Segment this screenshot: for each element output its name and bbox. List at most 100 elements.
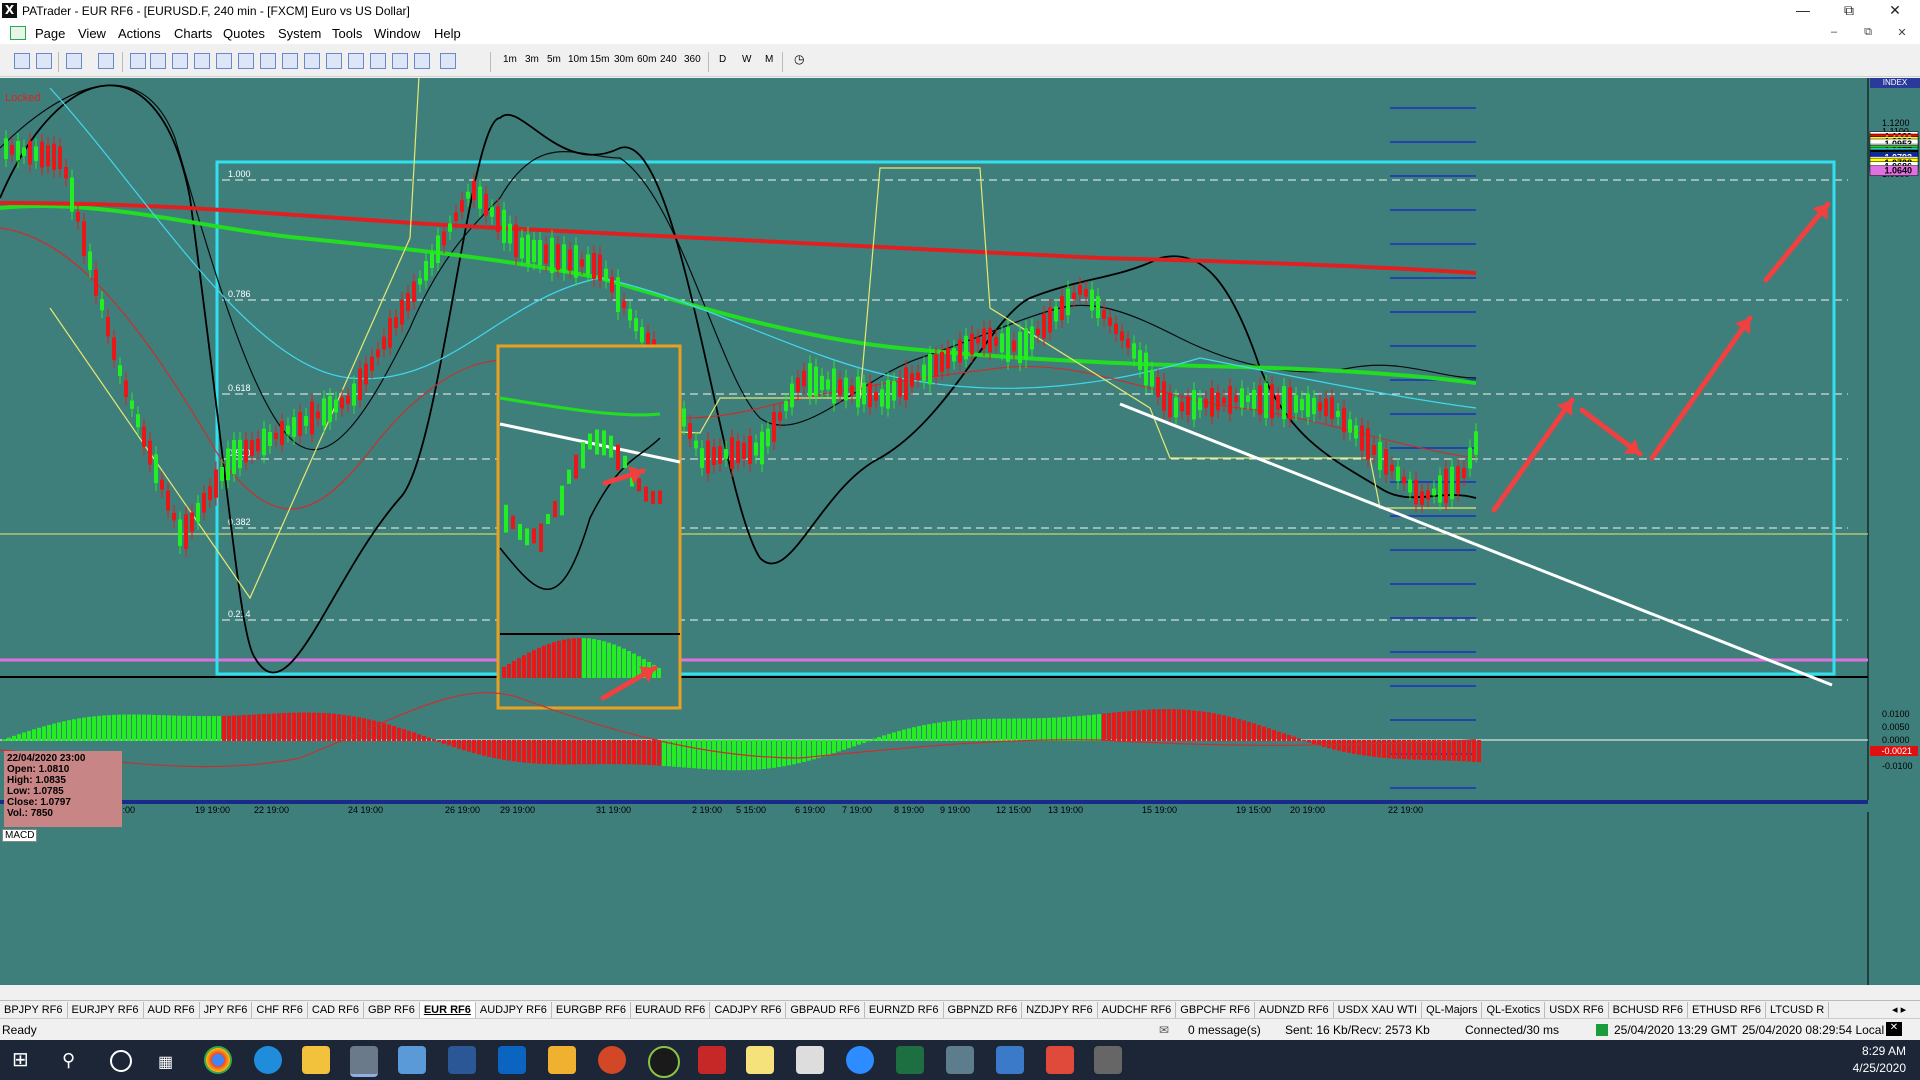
chart-canvas[interactable]: 1.0000.7860.6180.5000.3820.2141.12001.11… bbox=[0, 78, 1920, 985]
rectangle-icon[interactable] bbox=[348, 53, 364, 69]
text-icon[interactable] bbox=[370, 53, 386, 69]
mdi-close-icon[interactable]: ✕ bbox=[1892, 26, 1912, 39]
search-icon[interactable]: ⚲ bbox=[62, 1050, 75, 1071]
excel-icon[interactable] bbox=[896, 1046, 924, 1074]
menu-quotes[interactable]: Quotes bbox=[223, 26, 265, 41]
price-chart[interactable]: 1.0000.7860.6180.5000.3820.2141.12001.11… bbox=[0, 78, 1920, 985]
sticky-notes-icon[interactable] bbox=[746, 1046, 774, 1074]
drawing-tools-icon[interactable] bbox=[440, 53, 456, 69]
app-icon[interactable]: X bbox=[2, 3, 17, 18]
symbol-tab[interactable]: GBP RF6 bbox=[364, 1002, 420, 1018]
symbol-tab[interactable]: CADJPY RF6 bbox=[710, 1002, 787, 1018]
close-icon[interactable]: ✕ bbox=[1872, 0, 1918, 22]
andrews-pitchfork-icon[interactable] bbox=[392, 53, 408, 69]
gann-fan-icon[interactable] bbox=[304, 53, 320, 69]
clock-icon[interactable]: ◷ bbox=[794, 52, 804, 66]
fib-levels-icon[interactable] bbox=[260, 53, 276, 69]
vertical-line-icon[interactable] bbox=[172, 53, 188, 69]
symbol-tab[interactable]: USDX RF6 bbox=[1545, 1002, 1609, 1018]
menu-page[interactable]: Page bbox=[35, 26, 65, 41]
app-bird-icon[interactable] bbox=[698, 1046, 726, 1074]
crosshair-icon[interactable] bbox=[98, 53, 114, 69]
menu-help[interactable]: Help bbox=[434, 26, 461, 41]
timeframe-240[interactable]: 240 bbox=[660, 54, 677, 65]
timeframe-10m[interactable]: 10m bbox=[568, 54, 587, 65]
mdi-restore-icon[interactable]: ⧉ bbox=[1858, 26, 1878, 39]
symbol-tab[interactable]: QL-Exotics bbox=[1482, 1002, 1546, 1018]
symbol-tab[interactable]: EURJPY RF6 bbox=[68, 1002, 144, 1018]
outlook-icon[interactable] bbox=[498, 1046, 526, 1074]
zoom-icon[interactable] bbox=[846, 1046, 874, 1074]
tab-scroll-arrows-icon[interactable]: ◂ ▸ bbox=[1888, 1002, 1910, 1018]
image-viewer-icon[interactable] bbox=[946, 1046, 974, 1074]
symbol-tab[interactable]: JPY RF6 bbox=[200, 1002, 253, 1018]
menu-window[interactable]: Window bbox=[374, 26, 420, 41]
minimize-icon[interactable]: — bbox=[1780, 0, 1826, 22]
cursor-icon[interactable] bbox=[130, 53, 146, 69]
powerpoint-icon[interactable] bbox=[598, 1046, 626, 1074]
chart-page-icon[interactable] bbox=[10, 26, 26, 40]
symbol-tab[interactable]: CAD RF6 bbox=[308, 1002, 364, 1018]
period-weekly[interactable]: W bbox=[742, 54, 751, 65]
new-chart-icon[interactable] bbox=[66, 53, 82, 69]
remote-desktop-icon[interactable] bbox=[996, 1046, 1024, 1074]
calculator-icon[interactable] bbox=[796, 1046, 824, 1074]
symbol-tab[interactable]: GBPCHF RF6 bbox=[1176, 1002, 1255, 1018]
patrader-taskbar-icon[interactable] bbox=[350, 1046, 378, 1077]
symbol-tab[interactable]: NZDJPY RF6 bbox=[1022, 1002, 1098, 1018]
symbol-tab[interactable]: GBPAUD RF6 bbox=[786, 1002, 865, 1018]
folder-icon[interactable] bbox=[548, 1046, 576, 1074]
fibonacci-icon[interactable] bbox=[238, 53, 254, 69]
notepad-icon[interactable] bbox=[398, 1046, 426, 1074]
menu-tools[interactable]: Tools bbox=[332, 26, 362, 41]
symbol-tab[interactable]: EURGBP RF6 bbox=[552, 1002, 632, 1018]
symbol-tab[interactable]: GBPNZD RF6 bbox=[944, 1002, 1023, 1018]
menu-actions[interactable]: Actions bbox=[118, 26, 161, 41]
taskbar-date[interactable]: 4/25/2020 bbox=[1853, 1061, 1906, 1075]
word-icon[interactable] bbox=[448, 1046, 476, 1074]
channel-icon[interactable] bbox=[216, 53, 232, 69]
symbol-tab[interactable]: EURNZD RF6 bbox=[865, 1002, 944, 1018]
symbol-tab[interactable]: USDX XAU WTI bbox=[1334, 1002, 1423, 1018]
timeframe-1m[interactable]: 1m bbox=[503, 54, 517, 65]
symbol-tab[interactable]: EUR RF6 bbox=[419, 1002, 476, 1018]
fib-retracement-icon[interactable] bbox=[282, 53, 298, 69]
file-explorer-icon[interactable] bbox=[302, 1046, 330, 1074]
timeframe-3m[interactable]: 3m bbox=[525, 54, 539, 65]
menu-view[interactable]: View bbox=[78, 26, 106, 41]
period-daily[interactable]: D bbox=[719, 54, 726, 65]
restore-icon[interactable]: ⧉ bbox=[1826, 0, 1872, 22]
symbol-tab[interactable]: EURAUD RF6 bbox=[631, 1002, 711, 1018]
app-circle-icon[interactable] bbox=[648, 1046, 680, 1078]
sell-icon[interactable] bbox=[36, 53, 52, 69]
message-icon[interactable]: ✉ bbox=[1159, 1023, 1169, 1037]
horizontal-line-icon[interactable] bbox=[150, 53, 166, 69]
timeframe-30m[interactable]: 30m bbox=[614, 54, 633, 65]
trend-line-icon[interactable] bbox=[194, 53, 210, 69]
symbol-tab[interactable]: BCHUSD RF6 bbox=[1609, 1002, 1688, 1018]
menu-system[interactable]: System bbox=[278, 26, 321, 41]
menu-charts[interactable]: Charts bbox=[174, 26, 212, 41]
symbol-tab[interactable]: AUDNZD RF6 bbox=[1255, 1002, 1334, 1018]
edge-icon[interactable] bbox=[254, 1046, 282, 1074]
taskbar-time[interactable]: 8:29 AM bbox=[1862, 1044, 1906, 1058]
symbol-tab[interactable]: QL-Majors bbox=[1422, 1002, 1483, 1018]
symbol-tab[interactable]: LTCUSD R bbox=[1766, 1002, 1830, 1018]
cortana-icon[interactable] bbox=[110, 1050, 132, 1072]
chrome-icon[interactable] bbox=[204, 1046, 232, 1074]
symbol-tab[interactable]: ETHUSD RF6 bbox=[1688, 1002, 1767, 1018]
buy-icon[interactable] bbox=[14, 53, 30, 69]
timeframe-360[interactable]: 360 bbox=[684, 54, 701, 65]
symbol-tab[interactable]: AUDJPY RF6 bbox=[476, 1002, 552, 1018]
task-view-icon[interactable]: ▦ bbox=[158, 1052, 173, 1072]
status-messages[interactable]: 0 message(s) bbox=[1188, 1023, 1261, 1037]
timeframe-60m[interactable]: 60m bbox=[637, 54, 656, 65]
period-monthly[interactable]: M bbox=[765, 54, 773, 65]
mdi-minimize-icon[interactable]: – bbox=[1824, 26, 1844, 38]
app-grey-icon[interactable] bbox=[1094, 1046, 1122, 1074]
symbol-tab[interactable]: BPJPY RF6 bbox=[0, 1002, 68, 1018]
symbol-tab[interactable]: AUD RF6 bbox=[144, 1002, 200, 1018]
fib-time-icon[interactable] bbox=[326, 53, 342, 69]
price-levels-icon[interactable] bbox=[414, 53, 430, 69]
windows-start-icon[interactable]: ⊞ bbox=[12, 1050, 32, 1070]
